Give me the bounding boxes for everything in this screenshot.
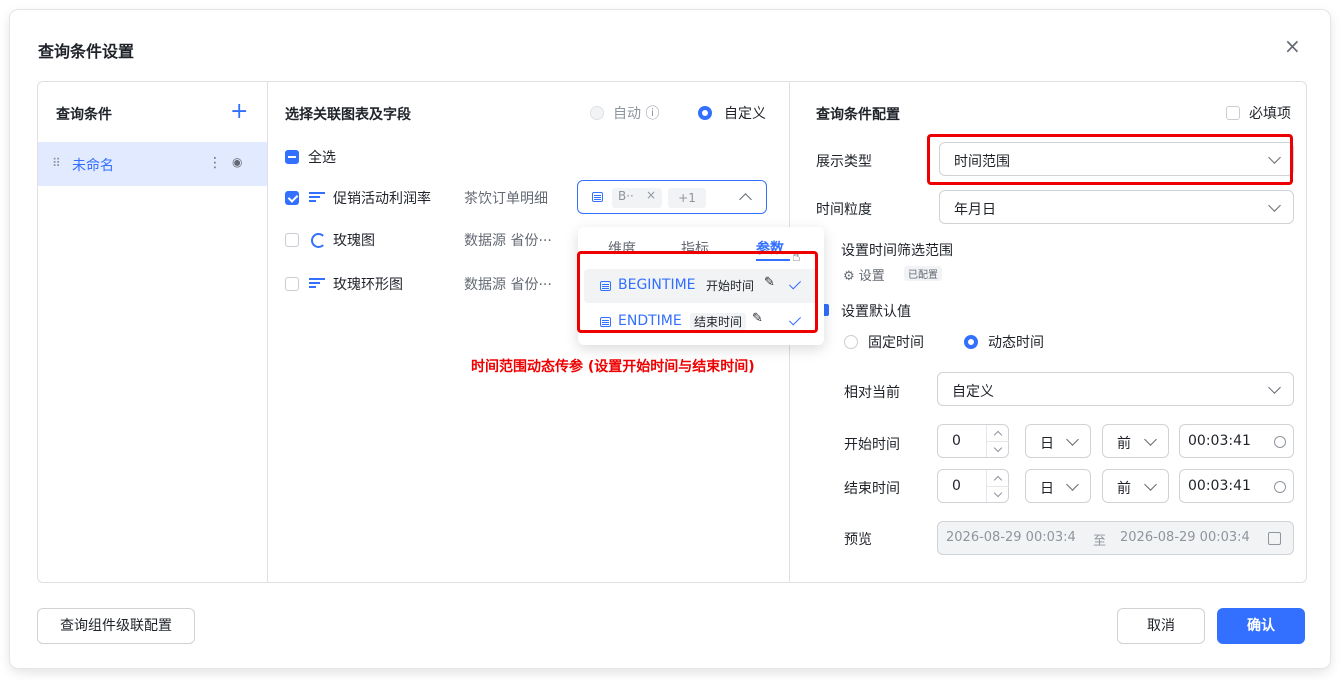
highlight-display-type-box [927, 134, 1293, 185]
rose-chart-icon [311, 233, 326, 248]
step-up-icon[interactable] [993, 475, 1003, 485]
required-label: 必填项 [1249, 106, 1291, 122]
calendar-icon [592, 192, 603, 202]
end-unit-select[interactable]: 日 [1025, 469, 1091, 503]
chart-name: 促销活动利润率 [333, 191, 431, 207]
auto-label: 自动 ⓘ [613, 106, 660, 122]
relative-label: 相对当前 [844, 385, 900, 401]
bar-chart-icon [309, 192, 325, 204]
start-time-label: 开始时间 [844, 437, 900, 453]
dynamic-time-label: 动态时间 [988, 335, 1044, 351]
dynamic-time-radio[interactable] [964, 335, 978, 349]
fixed-time-radio[interactable] [844, 335, 858, 349]
info-icon: ⓘ [645, 106, 660, 122]
step-down-icon[interactable] [993, 488, 1003, 498]
step-up-icon[interactable] [993, 430, 1003, 440]
start-time-picker[interactable]: 00:03:41 [1179, 424, 1294, 458]
clock-icon [1274, 436, 1286, 448]
chevron-down-icon [1268, 381, 1281, 394]
start-unit-select[interactable]: 日 [1025, 424, 1091, 458]
chart-source: 数据源 省份··· [464, 277, 552, 293]
condition-item-label: 未命名 [72, 158, 114, 174]
bar-chart-icon [309, 278, 325, 290]
preview-range-field: 2026-08-29 00:03:4 至 2026-08-29 00:03:4 [937, 521, 1294, 555]
drag-handle-icon[interactable]: ⠿ [52, 156, 61, 170]
required-checkbox[interactable] [1226, 106, 1240, 120]
start-direction-select[interactable]: 前 [1102, 424, 1169, 458]
granularity-label: 时间粒度 [816, 202, 872, 218]
add-condition-icon[interactable]: + [230, 101, 248, 123]
confirm-button[interactable]: 确认 [1217, 608, 1305, 644]
chart-name: 玫瑰图 [333, 233, 375, 249]
fixed-time-label: 固定时间 [868, 335, 924, 351]
tag-close-icon[interactable]: × [646, 188, 656, 202]
query-condition-dialog: 查询条件设置 × 查询条件 + ⠿ 未命名 ⋮ ◉ 选择关联图表及字段 自动 ⓘ… [10, 10, 1330, 668]
auto-radio[interactable] [590, 106, 604, 120]
field-select[interactable]: B·· × +1 [577, 180, 767, 214]
highlight-param-box [577, 251, 818, 333]
end-time-label: 结束时间 [844, 481, 900, 497]
custom-radio[interactable] [698, 106, 712, 120]
filter-range-link[interactable]: ⚙ 设置 [843, 265, 885, 284]
field-tag: B·· × [612, 188, 662, 208]
condition-list-panel: 查询条件 + ⠿ 未命名 ⋮ ◉ [38, 82, 268, 582]
chart-checkbox-promo[interactable] [285, 191, 299, 205]
condition-list-header: 查询条件 [56, 107, 112, 123]
relative-select[interactable]: 自定义 [937, 372, 1294, 406]
default-value-label: 设置默认值 [841, 304, 911, 320]
cancel-button[interactable]: 取消 [1117, 608, 1205, 644]
condition-item-unnamed[interactable]: ⠿ 未命名 ⋮ ◉ [38, 142, 267, 186]
chart-checkbox-rose-ring[interactable] [285, 277, 299, 291]
dialog-title: 查询条件设置 [38, 42, 135, 61]
chart-checkbox-rose[interactable] [285, 233, 299, 247]
clock-icon [1274, 481, 1286, 493]
cascade-config-button[interactable]: 查询组件级联配置 [37, 608, 195, 644]
end-direction-select[interactable]: 前 [1102, 469, 1169, 503]
close-icon[interactable]: × [1284, 36, 1301, 56]
chart-field-header: 选择关联图表及字段 [285, 107, 411, 123]
select-all-label: 全选 [308, 150, 336, 166]
more-tag: +1 [668, 188, 706, 208]
config-header: 查询条件配置 [816, 107, 900, 123]
configured-badge: 已配置 [904, 266, 942, 282]
chevron-down-icon [1144, 433, 1157, 446]
annotation-text: 时间范围动态传参 (设置开始时间与结束时间) [471, 359, 755, 375]
display-type-label: 展示类型 [816, 154, 872, 170]
granularity-select[interactable]: 年月日 [939, 190, 1294, 224]
chart-source: 茶饮订单明细 [464, 191, 548, 207]
chevron-up-icon [739, 193, 752, 206]
chevron-down-icon [1144, 478, 1157, 491]
chevron-down-icon [1268, 199, 1281, 212]
chevron-down-icon [1066, 478, 1079, 491]
chart-name: 玫瑰环形图 [333, 277, 403, 293]
chevron-down-icon [1066, 433, 1079, 446]
preview-label: 预览 [844, 532, 872, 548]
end-time-picker[interactable]: 00:03:41 [1179, 469, 1294, 503]
eye-icon[interactable]: ◉ [232, 155, 242, 169]
chart-source: 数据源 省份··· [464, 233, 552, 249]
step-down-icon[interactable] [993, 443, 1003, 453]
start-offset-stepper[interactable]: 0 [937, 424, 1009, 458]
custom-label: 自定义 [724, 106, 766, 122]
filter-range-label: 设置时间筛选范围 [841, 243, 953, 259]
calendar-icon [1268, 532, 1281, 545]
end-offset-stepper[interactable]: 0 [937, 469, 1009, 503]
more-icon[interactable]: ⋮ [208, 155, 222, 171]
select-all-checkbox[interactable] [285, 150, 299, 164]
